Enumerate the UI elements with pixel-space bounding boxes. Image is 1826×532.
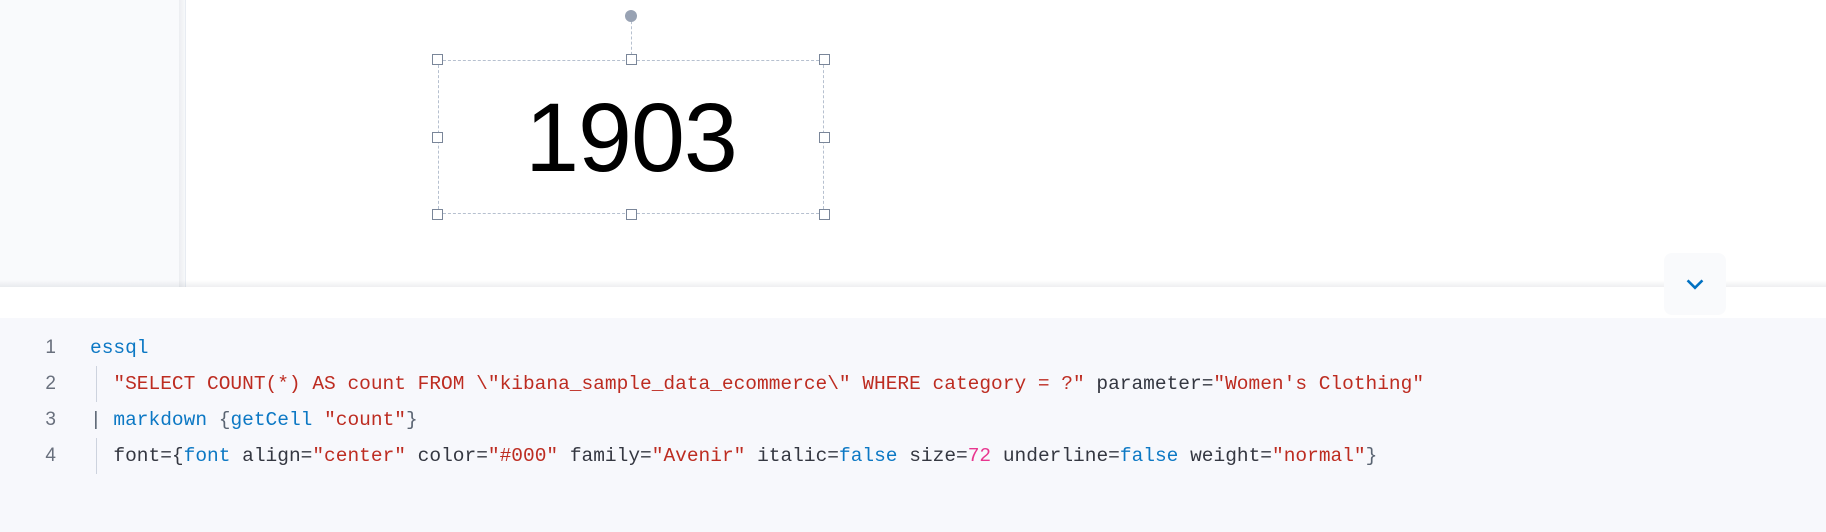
code-token-plain: color= (405, 445, 488, 467)
code-token-punct: } (1365, 445, 1378, 467)
code-line[interactable]: 4 font={font align="center" color="#000"… (0, 438, 1826, 474)
code-token-plain: italic= (745, 445, 839, 467)
code-token-bool: false (839, 445, 898, 467)
code-token-number: 72 (967, 445, 992, 467)
line-number: 1 (45, 337, 56, 358)
code-token-plain: align= (230, 445, 313, 467)
code-line[interactable]: 3 | markdown {getCell "count"} (0, 402, 1826, 438)
code-token-fn: getCell (230, 409, 313, 431)
code-token-pipe: | (90, 409, 114, 431)
code-token-plain: size= (897, 445, 968, 467)
code-line[interactable]: 1 essql (0, 330, 1826, 366)
selected-element[interactable]: 1903 (432, 10, 830, 220)
resize-handle-bottom-right[interactable] (819, 209, 830, 220)
resize-handle-top-right[interactable] (819, 54, 830, 65)
code-token-string: "#000" (487, 445, 559, 467)
code-line-content[interactable]: essql (56, 330, 149, 366)
code-token-string: "normal" (1272, 445, 1366, 467)
code-token-plain: weight= (1178, 445, 1273, 467)
code-line-content[interactable]: "SELECT COUNT(*) AS count FROM \"kibana_… (56, 366, 1424, 402)
code-token-punct: { (207, 409, 231, 431)
line-number: 2 (45, 373, 56, 394)
metric-value-text: 1903 (525, 82, 738, 192)
resize-handle-top-left[interactable] (432, 54, 443, 65)
code-token-fn: font (183, 445, 231, 467)
code-token-bool: false (1119, 445, 1179, 467)
code-token-fn: markdown (113, 409, 208, 431)
workpad-surround (0, 0, 186, 287)
code-token-fn: essql (90, 337, 149, 359)
expression-code[interactable]: 1 essql 2 "SELECT COUNT(*) AS count FROM \… (0, 330, 1826, 474)
code-line-content[interactable]: | markdown {getCell "count"} (56, 402, 418, 438)
canvas-region: 1903 (0, 0, 1826, 287)
code-token-string: "Avenir" (651, 445, 746, 467)
resize-handle-middle-right[interactable] (819, 131, 830, 143)
code-line[interactable]: 2 "SELECT COUNT(*) AS count FROM \"kiban… (0, 366, 1826, 402)
workpad-page[interactable]: 1903 (186, 0, 1826, 287)
expression-editor[interactable]: 1 essql 2 "SELECT COUNT(*) AS count FROM \… (0, 318, 1826, 532)
code-token-plain: underline= (991, 445, 1120, 467)
code-token-string: "Women's Clothing" (1213, 373, 1425, 395)
canvas-workpad-editor: 1903 1 essql 2 "SELECT COUNT(*) AS count F… (0, 0, 1826, 532)
code-token-punct: } (405, 409, 418, 431)
resize-handle-bottom-left[interactable] (432, 209, 443, 220)
resize-handle-bottom-center[interactable] (625, 209, 637, 220)
resize-handle-top-center[interactable] (625, 54, 637, 65)
code-token-string: "center" (312, 445, 406, 467)
line-number: 3 (45, 409, 56, 430)
line-number: 4 (45, 445, 56, 466)
code-token-plain: parameter= (1084, 373, 1214, 395)
chevron-down-icon (1682, 271, 1708, 297)
code-token-plain: family= (558, 445, 652, 467)
code-token-string: "count" (324, 409, 406, 431)
code-line-content[interactable]: font={font align="center" color="#000" f… (56, 438, 1377, 474)
collapse-expression-editor-button[interactable] (1664, 253, 1726, 315)
code-token-string: "SELECT COUNT(*) AS count FROM \"kibana_… (113, 373, 1085, 395)
rotate-handle[interactable] (625, 10, 637, 22)
code-token-plain: font={ (90, 445, 184, 467)
resize-handle-middle-left[interactable] (432, 131, 443, 143)
